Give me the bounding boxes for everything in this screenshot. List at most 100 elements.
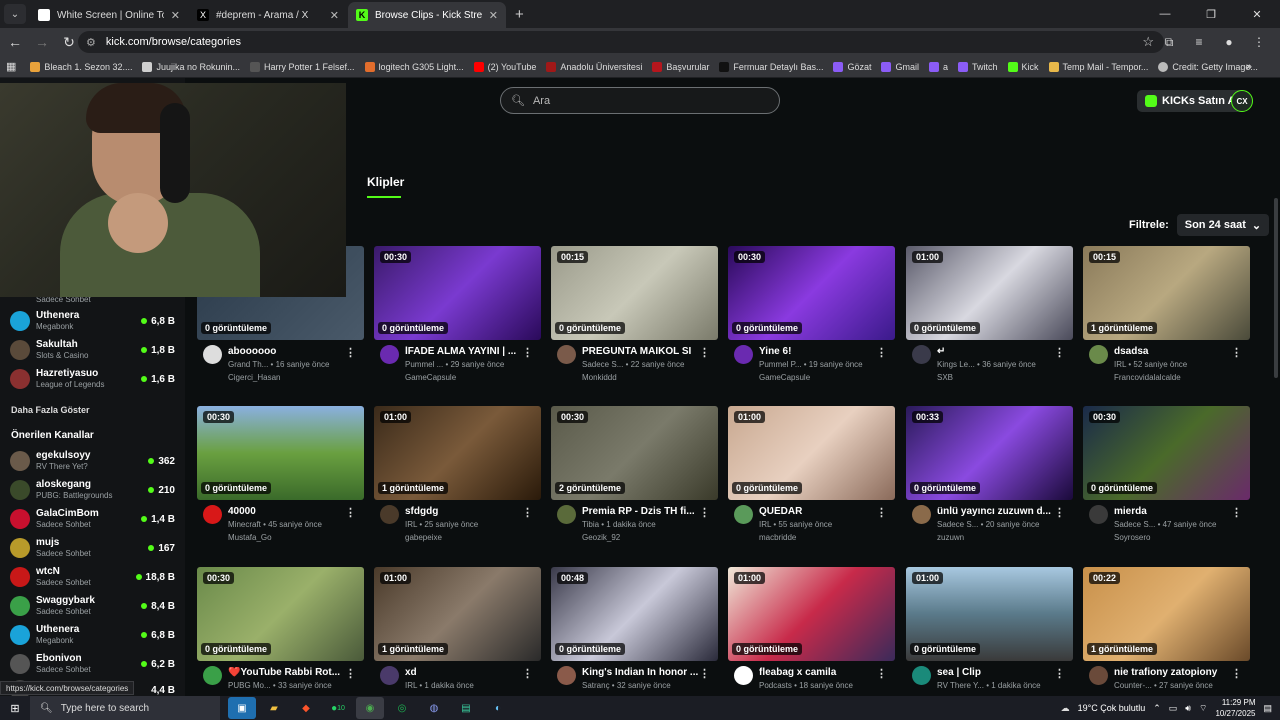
- clip-category[interactable]: Satranç: [582, 681, 610, 690]
- clip-thumbnail[interactable]: 00:15 1 görüntüleme: [1083, 246, 1250, 340]
- clip-title[interactable]: Premia RP - Dzis TH fi...: [582, 506, 702, 517]
- clip-category[interactable]: Kings Le...: [937, 360, 975, 369]
- clip-title[interactable]: dsadsa: [1114, 346, 1234, 357]
- clip-card[interactable]: 00:33 0 görüntüleme ünlü yayıncı zuzuwn d.…: [906, 406, 1073, 549]
- sidebar-channel[interactable]: egekulsoyy RV There Yet? 362: [10, 448, 175, 474]
- more-options-icon[interactable]: ⋮: [876, 346, 887, 359]
- clip-category[interactable]: Podcasts: [759, 681, 792, 690]
- avatar[interactable]: [203, 666, 222, 685]
- more-options-icon[interactable]: ⋮: [1231, 506, 1242, 519]
- more-options-icon[interactable]: ⋮: [345, 346, 356, 359]
- clip-card[interactable]: 01:00 0 görüntüleme fleabag x camila ⋮ Podca…: [728, 567, 895, 698]
- close-icon[interactable]: ✕: [171, 9, 180, 22]
- clip-card[interactable]: 01:00 0 görüntüleme sea | Clip ⋮ RV There Y.…: [906, 567, 1073, 698]
- bookmark-item[interactable]: Temp Mail - Tempor...: [1048, 61, 1148, 72]
- sidebar-channel[interactable]: Hazretiyasuo League of Legends 1,6 B: [10, 366, 175, 392]
- more-options-icon[interactable]: ⋮: [1054, 667, 1065, 680]
- clip-channel[interactable]: Mustafa_Go: [228, 533, 272, 542]
- chevron-up-icon[interactable]: ⌃: [1153, 703, 1161, 714]
- clip-channel[interactable]: zuzuwn: [937, 533, 964, 542]
- clip-category[interactable]: Pummel ...: [405, 360, 443, 369]
- clip-thumbnail[interactable]: 01:00 1 görüntüleme: [374, 567, 541, 661]
- more-options-icon[interactable]: ⋮: [1231, 667, 1242, 680]
- app-icon[interactable]: ▤: [452, 697, 480, 719]
- clip-title[interactable]: Yine 6!: [759, 346, 879, 357]
- clip-title[interactable]: sea | Clip: [937, 667, 1057, 678]
- more-options-icon[interactable]: ⋮: [1231, 346, 1242, 359]
- bookmark-item[interactable]: logitech G305 Light...: [364, 61, 464, 72]
- more-options-icon[interactable]: ⋮: [1054, 506, 1065, 519]
- more-options-icon[interactable]: ⋮: [522, 346, 533, 359]
- clip-thumbnail[interactable]: 00:30 0 görüntüleme: [1083, 406, 1250, 500]
- avatar[interactable]: [734, 666, 753, 685]
- more-options-icon[interactable]: ⋮: [699, 346, 710, 359]
- more-options-icon[interactable]: ⋮: [345, 667, 356, 680]
- tab-clips[interactable]: Klipler: [367, 175, 404, 189]
- clip-channel[interactable]: Cigerci_Hasan: [228, 373, 280, 382]
- sidebar-channel[interactable]: GalaCimBom Sadece Sohbet 1,4 B: [10, 506, 175, 532]
- minimize-button[interactable]: —: [1142, 0, 1188, 28]
- clip-category[interactable]: IRL: [405, 681, 417, 690]
- more-options-icon[interactable]: ⋮: [876, 667, 887, 680]
- avatar[interactable]: [734, 505, 753, 524]
- clip-title[interactable]: PREGUNTA MAIKOL SI: [582, 346, 702, 357]
- avatar[interactable]: [380, 345, 399, 364]
- tab-search-button[interactable]: ⌄: [4, 4, 26, 24]
- avatar[interactable]: [912, 505, 931, 524]
- clip-card[interactable]: 00:48 0 görüntüleme King's Indian In honor…: [551, 567, 718, 698]
- more-options-icon[interactable]: ⋮: [522, 506, 533, 519]
- avatar[interactable]: [912, 345, 931, 364]
- site-info-icon[interactable]: ⚙: [86, 36, 96, 49]
- clip-category[interactable]: IRL: [759, 520, 771, 529]
- clip-category[interactable]: PUBG Mo...: [228, 681, 271, 690]
- address-bar[interactable]: ⚙ kick.com/browse/categories ☆: [78, 31, 1164, 53]
- bookmark-star-icon[interactable]: ☆: [1142, 34, 1154, 50]
- clip-category[interactable]: Minecraft: [228, 520, 261, 529]
- avatar[interactable]: [557, 666, 576, 685]
- clip-category[interactable]: IRL: [405, 520, 417, 529]
- clip-thumbnail[interactable]: 00:30 0 görüntüleme: [374, 246, 541, 340]
- more-options-icon[interactable]: ⋮: [1054, 346, 1065, 359]
- bookmark-item[interactable]: Anadolu Üniversitesi: [546, 61, 642, 72]
- clip-card[interactable]: 00:15 1 görüntüleme dsadsa ⋮ IRL • 52 saniye…: [1083, 246, 1250, 389]
- sidebar-channel[interactable]: Swaggybark Sadece Sohbet 8,4 B: [10, 593, 175, 619]
- more-options-icon[interactable]: ⋮: [876, 506, 887, 519]
- clip-card[interactable]: 01:00 0 görüntüleme QUEDAR ⋮ IRL • 55 saniye…: [728, 406, 895, 549]
- wifi-icon[interactable]: ⌔: [1199, 703, 1207, 714]
- avatar[interactable]: [380, 666, 399, 685]
- avatar[interactable]: [557, 345, 576, 364]
- clip-category[interactable]: RV There Y...: [937, 681, 984, 690]
- clip-channel[interactable]: GameCapsule: [405, 373, 456, 382]
- taskbar-search[interactable]: 🔍︎ Type here to search: [30, 696, 220, 720]
- avatar[interactable]: [1089, 505, 1108, 524]
- clip-channel[interactable]: SXB: [937, 373, 953, 382]
- sidebar-channel[interactable]: Uthenera Megabonk 6,8 B: [10, 308, 175, 334]
- bookmark-item[interactable]: Gözat: [833, 61, 871, 72]
- more-options-icon[interactable]: ⋮: [699, 506, 710, 519]
- clip-title[interactable]: ünlü yayıncı zuzuwn d...: [937, 506, 1057, 517]
- windows-start-icon[interactable]: ⊞: [0, 696, 30, 720]
- clip-channel[interactable]: GameCapsule: [759, 373, 810, 382]
- sidebar-channel[interactable]: Uthenera Megabonk 6,8 B: [10, 622, 175, 648]
- bookmark-item[interactable]: Gmail: [881, 61, 919, 72]
- bookmark-item[interactable]: Fermuar Detaylı Bas...: [719, 61, 823, 72]
- tab-x-search[interactable]: X #deprem - Arama / X ✕: [189, 2, 347, 28]
- sidebar-channel[interactable]: wtcN Sadece Sohbet 18,8 B: [10, 564, 175, 590]
- clip-title[interactable]: 40000: [228, 506, 348, 517]
- clip-channel[interactable]: Soyrosero: [1114, 533, 1150, 542]
- clip-title[interactable]: xd: [405, 667, 525, 678]
- scrollbar[interactable]: [1274, 198, 1278, 378]
- clip-title[interactable]: nie trafiony zatopiony: [1114, 667, 1234, 678]
- bookmark-item[interactable]: Credit: Getty Image...: [1158, 61, 1258, 72]
- sidebar-channel[interactable]: Ebonivon Sadece Sohbet 6,2 B: [10, 651, 175, 677]
- clock[interactable]: 11:29 PM 10/27/2025: [1215, 697, 1255, 719]
- clip-thumbnail[interactable]: 01:00 0 görüntüleme: [906, 246, 1073, 340]
- bookmark-item[interactable]: Harry Potter 1 Felsef...: [250, 61, 355, 72]
- user-avatar[interactable]: CX: [1231, 90, 1253, 112]
- clip-thumbnail[interactable]: 00:22 1 görüntüleme: [1083, 567, 1250, 661]
- filter-dropdown[interactable]: Son 24 saat ⌄: [1176, 214, 1270, 236]
- more-options-icon[interactable]: ⋮: [345, 506, 356, 519]
- clip-card[interactable]: 00:30 0 görüntüleme mierda ⋮ Sadece S... • 4…: [1083, 406, 1250, 549]
- clip-title[interactable]: fleabag x camila: [759, 667, 879, 678]
- more-bookmarks-icon[interactable]: »: [1246, 61, 1252, 73]
